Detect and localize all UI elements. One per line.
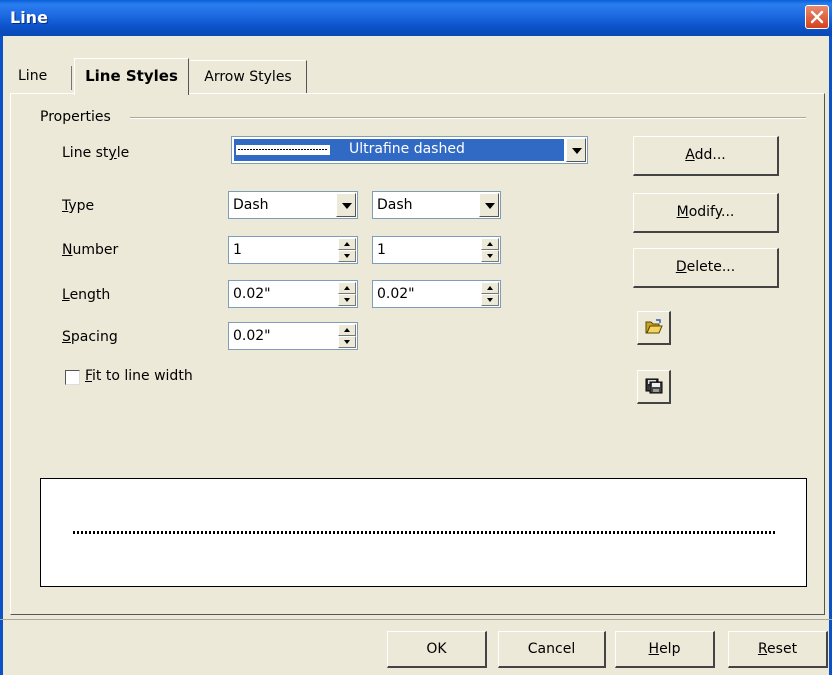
tab-line[interactable]: Line <box>18 60 74 93</box>
spin-up-icon[interactable] <box>338 282 356 294</box>
number-value-1: 1 <box>233 242 242 258</box>
number-field-2[interactable]: 1 <box>372 236 501 264</box>
add-button[interactable]: Add... <box>633 136 779 176</box>
line-style-value: Ultrafine dashed <box>349 141 465 157</box>
spin-up-icon[interactable] <box>481 238 499 250</box>
spin-up-icon[interactable] <box>338 324 356 336</box>
close-button[interactable] <box>805 5 829 29</box>
type-label: Type <box>62 198 95 214</box>
window-frame-left <box>0 36 3 675</box>
cancel-button[interactable]: Cancel <box>498 631 606 668</box>
preview-dashed-line <box>73 531 775 534</box>
chevron-down-icon[interactable] <box>336 193 356 217</box>
chevron-down-icon[interactable] <box>566 138 586 162</box>
properties-group-label: Properties <box>40 109 111 125</box>
spacing-value: 0.02" <box>233 328 271 344</box>
line-style-select[interactable]: Ultrafine dashed <box>231 136 588 164</box>
type-select-2[interactable]: Dash <box>372 191 501 219</box>
tab-separator <box>71 66 72 90</box>
save-line-styles-button[interactable] <box>637 370 671 404</box>
type-value-1: Dash <box>233 197 269 213</box>
delete-button[interactable]: Delete... <box>633 248 779 288</box>
footer-divider <box>0 619 832 622</box>
save-disk-icon <box>645 378 663 394</box>
spacing-spinner <box>338 324 356 348</box>
properties-divider <box>130 117 806 119</box>
ok-button[interactable]: OK <box>387 631 487 668</box>
spin-down-icon[interactable] <box>481 294 499 306</box>
number-value-2: 1 <box>377 242 386 258</box>
number-spinner-1 <box>338 238 356 262</box>
line-style-label: Line style <box>62 145 130 161</box>
length-spinner-1 <box>338 282 356 306</box>
length-spinner-2 <box>481 282 499 306</box>
line-style-preview <box>40 478 807 587</box>
chevron-down-icon[interactable] <box>479 193 499 217</box>
close-icon <box>810 10 824 24</box>
spin-down-icon[interactable] <box>481 250 499 262</box>
window-title: Line <box>10 8 48 27</box>
type-value-2: Dash <box>377 197 413 213</box>
spin-up-icon[interactable] <box>338 238 356 250</box>
spin-up-icon[interactable] <box>481 282 499 294</box>
open-folder-icon <box>645 319 663 334</box>
line-style-selection: Ultrafine dashed <box>234 139 564 161</box>
load-line-styles-button[interactable] <box>637 311 671 345</box>
tab-arrow-styles[interactable]: Arrow Styles <box>190 60 307 93</box>
reset-button[interactable]: Reset <box>728 631 828 668</box>
line-dialog: Line Line Line Styles Arrow Styles Prope… <box>0 0 832 675</box>
length-value-1: 0.02" <box>233 286 271 302</box>
spin-down-icon[interactable] <box>338 336 356 348</box>
fit-to-line-width-checkbox[interactable] <box>65 370 80 385</box>
title-bar[interactable]: Line <box>0 0 832 36</box>
spin-down-icon[interactable] <box>338 250 356 262</box>
spacing-label: Spacing <box>62 329 118 345</box>
number-field-1[interactable]: 1 <box>228 236 358 264</box>
spin-down-icon[interactable] <box>338 294 356 306</box>
help-button[interactable]: Help <box>615 631 715 668</box>
fit-to-line-width-label[interactable]: Fit to line width <box>85 368 193 384</box>
line-style-sample <box>236 145 330 155</box>
length-value-2: 0.02" <box>377 286 415 302</box>
type-select-1[interactable]: Dash <box>228 191 358 219</box>
length-field-1[interactable]: 0.02" <box>228 280 358 308</box>
number-spinner-2 <box>481 238 499 262</box>
length-field-2[interactable]: 0.02" <box>372 280 501 308</box>
number-label: Number <box>62 242 119 258</box>
spacing-field[interactable]: 0.02" <box>228 322 358 350</box>
tab-line-styles[interactable]: Line Styles <box>74 58 189 95</box>
modify-button[interactable]: Modify... <box>633 193 779 233</box>
length-label: Length <box>62 287 111 303</box>
